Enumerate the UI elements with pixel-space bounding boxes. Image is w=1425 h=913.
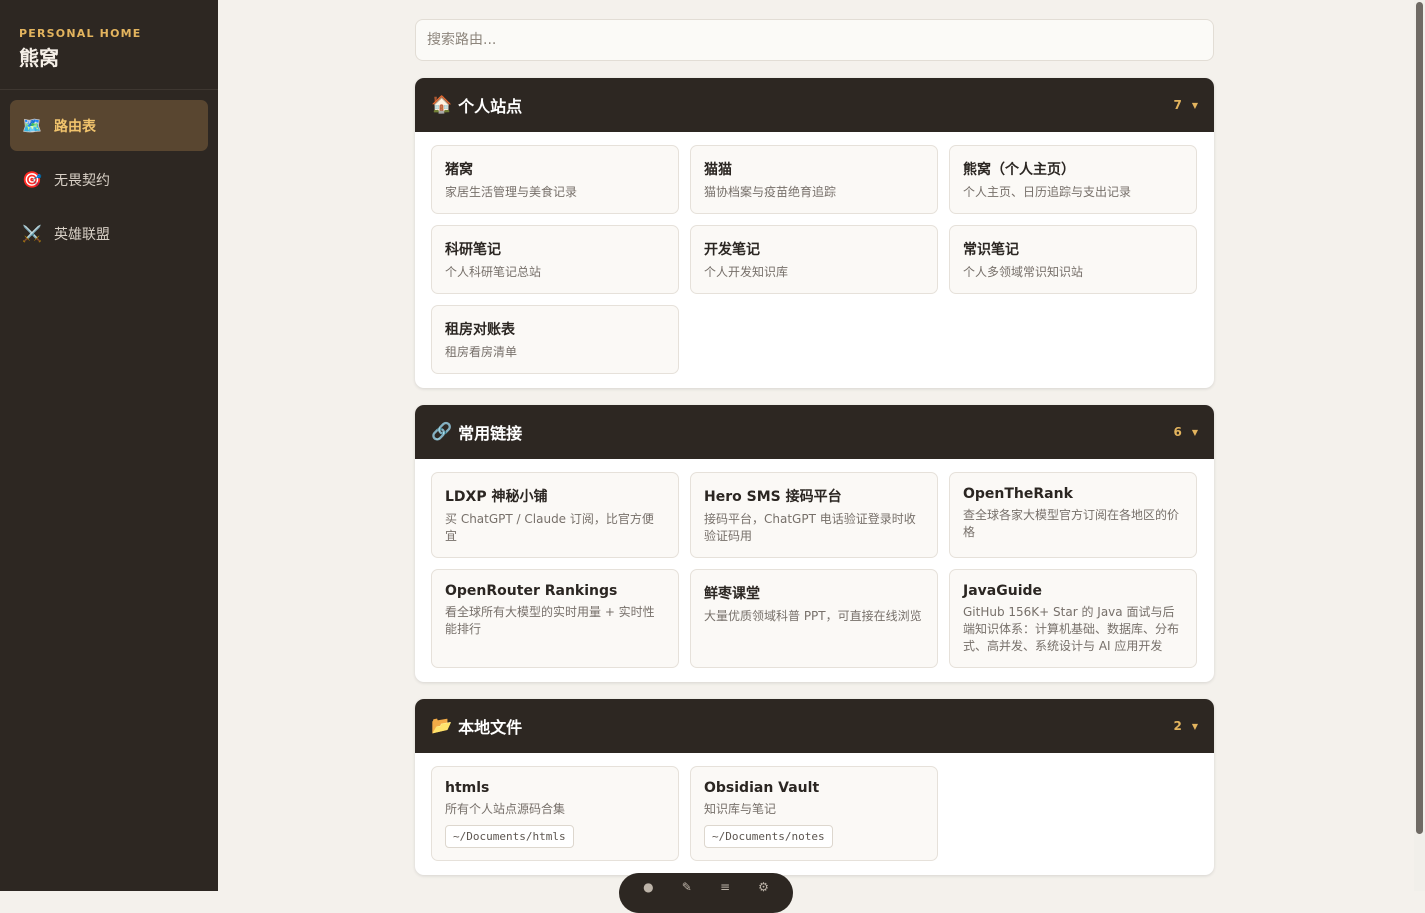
card-description: 个人开发知识库 <box>704 265 789 279</box>
target-icon: 🎯 <box>22 170 42 189</box>
card-title: Hero SMS 接码平台 <box>704 489 842 505</box>
site-card[interactable]: 猫猫 猫协档案与疫苗绝育追踪 <box>690 145 938 214</box>
section-common-links: 🔗 常用链接 6 ▼ LDXP 神秘小铺 买 ChatGPT / Claude … <box>415 405 1214 682</box>
card-description: GitHub 156K+ Star 的 Java 面试与后端知识体系：计算机基础… <box>963 605 1180 653</box>
section-header[interactable]: 🔗 常用链接 6 ▼ <box>415 405 1214 459</box>
file-path: ~/Documents/notes <box>704 825 833 848</box>
search-input[interactable] <box>415 19 1214 61</box>
house-icon: 🏠 <box>431 95 453 115</box>
card-description: 查全球各家大模型官方订阅在各地区的价格 <box>963 508 1180 539</box>
sidebar: PERSONAL HOME 熊窝 🗺️ 路由表 🎯 无畏契约 ⚔️ 英雄联盟 <box>0 0 218 891</box>
caret-down-icon[interactable]: ▼ <box>1192 101 1198 110</box>
site-card[interactable]: 常识笔记 个人多领域常识知识站 <box>949 225 1197 294</box>
scrollbar[interactable] <box>1414 0 1425 891</box>
menu-icon[interactable]: ≡ <box>720 880 730 894</box>
card-description: 买 ChatGPT / Claude 订阅，比官方便宜 <box>445 512 654 543</box>
section-personal-sites: 🏠 个人站点 7 ▼ 猪窝 家居生活管理与美食记录 猫猫 猫协档案与疫苗绝育追踪… <box>415 78 1214 388</box>
card-description: 个人主页、日历追踪与支出记录 <box>963 185 1132 199</box>
brand-title: 熊窝 <box>19 46 59 70</box>
card-grid: 猪窝 家居生活管理与美食记录 猫猫 猫协档案与疫苗绝育追踪 熊窝（个人主页） 个… <box>415 132 1214 388</box>
caret-down-icon[interactable]: ▼ <box>1192 722 1198 731</box>
file-card[interactable]: Obsidian Vault 知识库与笔记 ~/Documents/notes <box>690 766 938 861</box>
section-count: 2 <box>1173 719 1182 733</box>
card-description: 猫协档案与疫苗绝育追踪 <box>704 185 837 199</box>
card-title: htmls <box>445 780 490 796</box>
main-content: 🏠 个人站点 7 ▼ 猪窝 家居生活管理与美食记录 猫猫 猫协档案与疫苗绝育追踪… <box>415 19 1214 875</box>
folder-icon: 📂 <box>431 716 453 736</box>
sidebar-item-label: 英雄联盟 <box>54 226 110 243</box>
card-title: OpenRouter Rankings <box>445 583 618 599</box>
sidebar-nav: 🗺️ 路由表 🎯 无畏契约 ⚔️ 英雄联盟 <box>0 90 218 272</box>
gear-icon[interactable]: ⚙ <box>758 880 769 894</box>
site-card[interactable]: 租房对账表 租房看房清单 <box>431 305 679 374</box>
crossed-swords-icon: ⚔️ <box>22 224 42 243</box>
brush-icon[interactable]: ✎ <box>682 880 692 894</box>
link-card[interactable]: LDXP 神秘小铺 买 ChatGPT / Claude 订阅，比官方便宜 <box>431 472 679 558</box>
section-title: 本地文件 <box>458 718 523 737</box>
site-card[interactable]: 猪窝 家居生活管理与美食记录 <box>431 145 679 214</box>
section-local-files: 📂 本地文件 2 ▼ htmls 所有个人站点源码合集 ~/Documents/… <box>415 699 1214 875</box>
card-title: 鲜枣课堂 <box>704 586 760 602</box>
section-header[interactable]: 🏠 个人站点 7 ▼ <box>415 78 1214 132</box>
mic-icon[interactable]: ● <box>643 880 653 894</box>
card-grid: LDXP 神秘小铺 买 ChatGPT / Claude 订阅，比官方便宜 He… <box>415 459 1214 682</box>
sidebar-item-routes[interactable]: 🗺️ 路由表 <box>10 100 208 151</box>
card-description: 家居生活管理与美食记录 <box>445 185 578 199</box>
sidebar-item-label: 路由表 <box>54 118 96 135</box>
card-description: 知识库与笔记 <box>704 802 777 816</box>
card-description: 接码平台，ChatGPT 电话验证登录时收验证码用 <box>704 512 916 543</box>
card-title: 猪窝 <box>445 162 473 178</box>
site-card[interactable]: 开发笔记 个人开发知识库 <box>690 225 938 294</box>
card-grid: htmls 所有个人站点源码合集 ~/Documents/htmls Obsid… <box>415 753 1214 875</box>
sidebar-item-lol[interactable]: ⚔️ 英雄联盟 <box>10 208 208 259</box>
link-card[interactable]: 鲜枣课堂 大量优质领域科普 PPT，可直接在线浏览 <box>690 569 938 668</box>
link-card[interactable]: Hero SMS 接码平台 接码平台，ChatGPT 电话验证登录时收验证码用 <box>690 472 938 558</box>
card-title: Obsidian Vault <box>704 780 820 796</box>
card-description: 租房看房清单 <box>445 345 518 359</box>
scrollbar-thumb[interactable] <box>1416 2 1423 834</box>
link-icon: 🔗 <box>431 422 453 442</box>
caret-down-icon[interactable]: ▼ <box>1192 428 1198 437</box>
link-card[interactable]: OpenRouter Rankings 看全球所有大模型的实时用量 + 实时性能… <box>431 569 679 668</box>
card-title: 常识笔记 <box>963 242 1019 258</box>
brand-subtitle: PERSONAL HOME <box>19 27 142 40</box>
card-description: 大量优质领域科普 PPT，可直接在线浏览 <box>704 609 922 623</box>
section-count: 7 <box>1173 98 1182 112</box>
card-title: 租房对账表 <box>445 322 515 338</box>
card-description: 个人多领域常识知识站 <box>963 265 1084 279</box>
sidebar-item-valorant[interactable]: 🎯 无畏契约 <box>10 154 208 205</box>
card-title: LDXP 神秘小铺 <box>445 489 548 505</box>
card-description: 个人科研笔记总站 <box>445 265 542 279</box>
card-title: JavaGuide <box>963 583 1043 599</box>
card-title: 熊窝（个人主页） <box>963 162 1075 178</box>
floating-toolbar: ● ✎ ≡ ⚙ <box>619 873 793 913</box>
section-title: 常用链接 <box>458 424 523 443</box>
brand: PERSONAL HOME 熊窝 <box>0 0 218 90</box>
sidebar-item-label: 无畏契约 <box>54 172 110 189</box>
card-title: OpenTheRank <box>963 486 1073 502</box>
card-description: 所有个人站点源码合集 <box>445 802 566 816</box>
link-card[interactable]: OpenTheRank 查全球各家大模型官方订阅在各地区的价格 <box>949 472 1197 558</box>
file-card[interactable]: htmls 所有个人站点源码合集 ~/Documents/htmls <box>431 766 679 861</box>
card-title: 猫猫 <box>704 162 732 178</box>
section-count: 6 <box>1173 425 1182 439</box>
link-card[interactable]: JavaGuide GitHub 156K+ Star 的 Java 面试与后端… <box>949 569 1197 668</box>
card-title: 科研笔记 <box>445 242 501 258</box>
file-path: ~/Documents/htmls <box>445 825 574 848</box>
section-header[interactable]: 📂 本地文件 2 ▼ <box>415 699 1214 753</box>
card-title: 开发笔记 <box>704 242 760 258</box>
map-icon: 🗺️ <box>22 116 42 135</box>
section-title: 个人站点 <box>458 97 523 116</box>
site-card[interactable]: 熊窝（个人主页） 个人主页、日历追踪与支出记录 <box>949 145 1197 214</box>
card-description: 看全球所有大模型的实时用量 + 实时性能排行 <box>445 605 655 636</box>
site-card[interactable]: 科研笔记 个人科研笔记总站 <box>431 225 679 294</box>
